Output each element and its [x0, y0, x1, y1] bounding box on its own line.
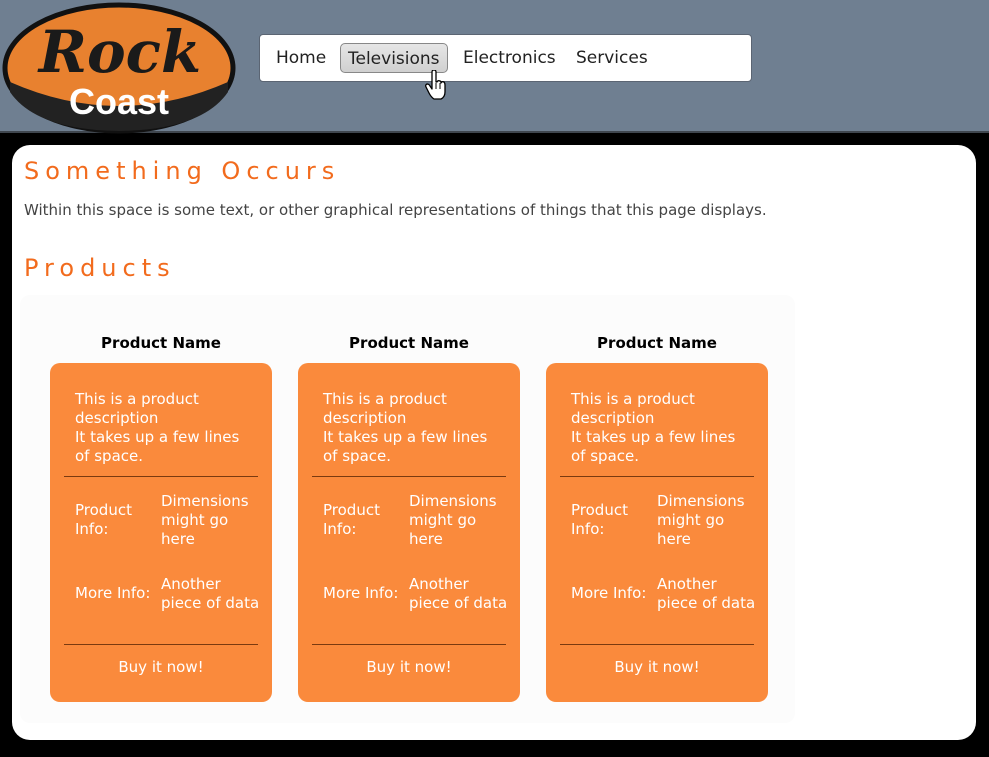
site-logo[interactable]: Rock Coast — [2, 2, 236, 134]
buy-now-link[interactable]: Buy it now! — [298, 658, 520, 677]
info-label: More Info: — [75, 584, 151, 602]
product-description: This is a product description It takes u… — [75, 390, 245, 466]
buy-now-link[interactable]: Buy it now! — [50, 658, 272, 677]
divider — [312, 476, 506, 477]
description-line: It takes up a few lines of space. — [571, 428, 736, 465]
logo-rock-text: Rock — [37, 18, 201, 86]
nav-electronics[interactable]: Electronics — [463, 43, 556, 73]
description-line: This is a product description — [75, 390, 199, 427]
nav-services[interactable]: Services — [576, 43, 648, 73]
divider — [560, 644, 754, 645]
divider — [64, 644, 258, 645]
info-value: Dimensions might go here — [409, 492, 497, 548]
description-line: It takes up a few lines of space. — [75, 428, 240, 465]
divider — [312, 644, 506, 645]
info-label: Product Info: — [323, 501, 380, 538]
info-value: Dimensions might go here — [657, 492, 745, 548]
products-heading: Products — [24, 254, 176, 282]
product-details: This is a product description It takes u… — [50, 363, 272, 702]
product-details: This is a product description It takes u… — [298, 363, 520, 702]
buy-now-link[interactable]: Buy it now! — [546, 658, 768, 677]
info-label: Product Info: — [571, 501, 628, 538]
info-label: Product Info: — [75, 501, 132, 538]
info-label: More Info: — [323, 584, 399, 602]
description-line: It takes up a few lines of space. — [323, 428, 488, 465]
description-line: This is a product description — [571, 390, 695, 427]
product-name: Product Name — [101, 334, 221, 352]
page-heading: Something Occurs — [24, 157, 341, 185]
info-value: Dimensions might go here — [161, 492, 249, 548]
product-name: Product Name — [349, 334, 469, 352]
divider — [560, 476, 754, 477]
main-content: Something Occurs Within this space is so… — [12, 145, 976, 740]
info-value: Another piece of data — [161, 575, 260, 612]
product-name: Product Name — [597, 334, 717, 352]
info-value: Another piece of data — [409, 575, 508, 612]
logo-coast-text: Coast — [69, 81, 169, 122]
site-header: Rock Coast Home Televisions Electronics … — [0, 0, 989, 134]
description-line: This is a product description — [323, 390, 447, 427]
main-nav: Home Televisions Electronics Services — [259, 34, 752, 82]
product-description: This is a product description It takes u… — [571, 390, 741, 466]
nav-home[interactable]: Home — [276, 43, 326, 73]
divider — [64, 476, 258, 477]
nav-televisions[interactable]: Televisions — [340, 43, 448, 73]
info-value: Another piece of data — [657, 575, 756, 612]
intro-text: Within this space is some text, or other… — [24, 201, 767, 219]
product-list: Product Name This is a product descripti… — [20, 295, 795, 723]
product-description: This is a product description It takes u… — [323, 390, 493, 466]
info-label: More Info: — [571, 584, 647, 602]
product-details: This is a product description It takes u… — [546, 363, 768, 702]
